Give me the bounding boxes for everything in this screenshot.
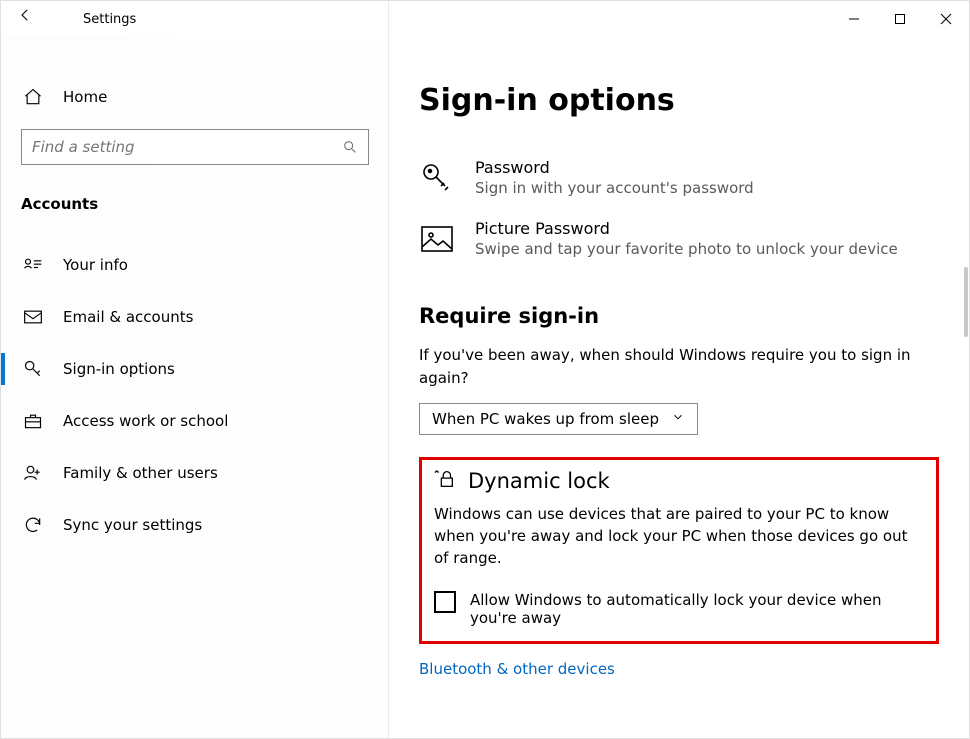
back-button[interactable]: [1, 1, 49, 37]
people-icon: [23, 463, 43, 483]
sidebar-item-access-work-school[interactable]: Access work or school: [21, 395, 369, 447]
scrollbar[interactable]: [961, 37, 969, 738]
dynamic-lock-highlight: Dynamic lock Windows can use devices tha…: [419, 457, 939, 644]
window-maximize-button[interactable]: [877, 1, 923, 37]
chevron-down-icon: [671, 410, 685, 428]
search-icon: [342, 139, 358, 155]
sidebar-item-label: Access work or school: [63, 412, 228, 430]
sidebar-item-label: Sign-in options: [63, 360, 175, 378]
content-pane: Sign-in options Password Sign in with yo…: [389, 37, 969, 738]
dynamic-lock-desc: Windows can use devices that are paired …: [434, 504, 924, 569]
person-card-icon: [23, 255, 43, 275]
option-title: Password: [475, 158, 754, 177]
page-title: Sign-in options: [419, 83, 939, 118]
option-title: Picture Password: [475, 219, 898, 238]
dynamic-lock-heading: Dynamic lock: [468, 469, 610, 493]
picture-icon: [419, 221, 455, 257]
briefcase-icon: [23, 411, 43, 431]
nav-home[interactable]: Home: [21, 81, 369, 129]
dynamic-lock-icon: [434, 468, 456, 494]
dropdown-value: When PC wakes up from sleep: [432, 410, 659, 428]
dynamic-lock-checkbox[interactable]: [434, 591, 456, 613]
sidebar-item-family-users[interactable]: Family & other users: [21, 447, 369, 499]
require-signin-heading: Require sign-in: [419, 304, 939, 328]
require-signin-desc: If you've been away, when should Windows…: [419, 344, 919, 389]
dynamic-lock-checkbox-label: Allow Windows to automatically lock your…: [470, 591, 924, 627]
option-desc: Sign in with your account's password: [475, 179, 754, 197]
sync-icon: [23, 515, 43, 535]
nav-home-label: Home: [63, 88, 107, 106]
sidebar-item-your-info[interactable]: Your info: [21, 239, 369, 291]
sidebar-item-signin-options[interactable]: Sign-in options: [21, 343, 369, 395]
option-desc: Swipe and tap your favorite photo to unl…: [475, 240, 898, 258]
signin-option-password[interactable]: Password Sign in with your account's pas…: [419, 158, 939, 197]
window-close-button[interactable]: [923, 1, 969, 37]
sidebar-item-sync-settings[interactable]: Sync your settings: [21, 499, 369, 551]
sidebar: Home Accounts Your info Email & accounts: [1, 37, 389, 738]
require-signin-dropdown[interactable]: When PC wakes up from sleep: [419, 403, 698, 435]
search-input-container[interactable]: [21, 129, 369, 165]
window-title: Settings: [49, 12, 136, 27]
sidebar-item-label: Email & accounts: [63, 308, 193, 326]
home-icon: [23, 87, 43, 107]
window-minimize-button[interactable]: [831, 1, 877, 37]
sidebar-item-label: Sync your settings: [63, 516, 202, 534]
sidebar-category: Accounts: [21, 195, 369, 239]
search-input[interactable]: [32, 138, 342, 156]
sidebar-item-label: Your info: [63, 256, 128, 274]
sidebar-item-email-accounts[interactable]: Email & accounts: [21, 291, 369, 343]
key-icon: [419, 160, 455, 196]
signin-option-picture-password[interactable]: Picture Password Swipe and tap your favo…: [419, 219, 939, 258]
mail-icon: [23, 307, 43, 327]
bluetooth-devices-link[interactable]: Bluetooth & other devices: [419, 660, 615, 678]
sidebar-item-label: Family & other users: [63, 464, 218, 482]
key-icon: [23, 359, 43, 379]
